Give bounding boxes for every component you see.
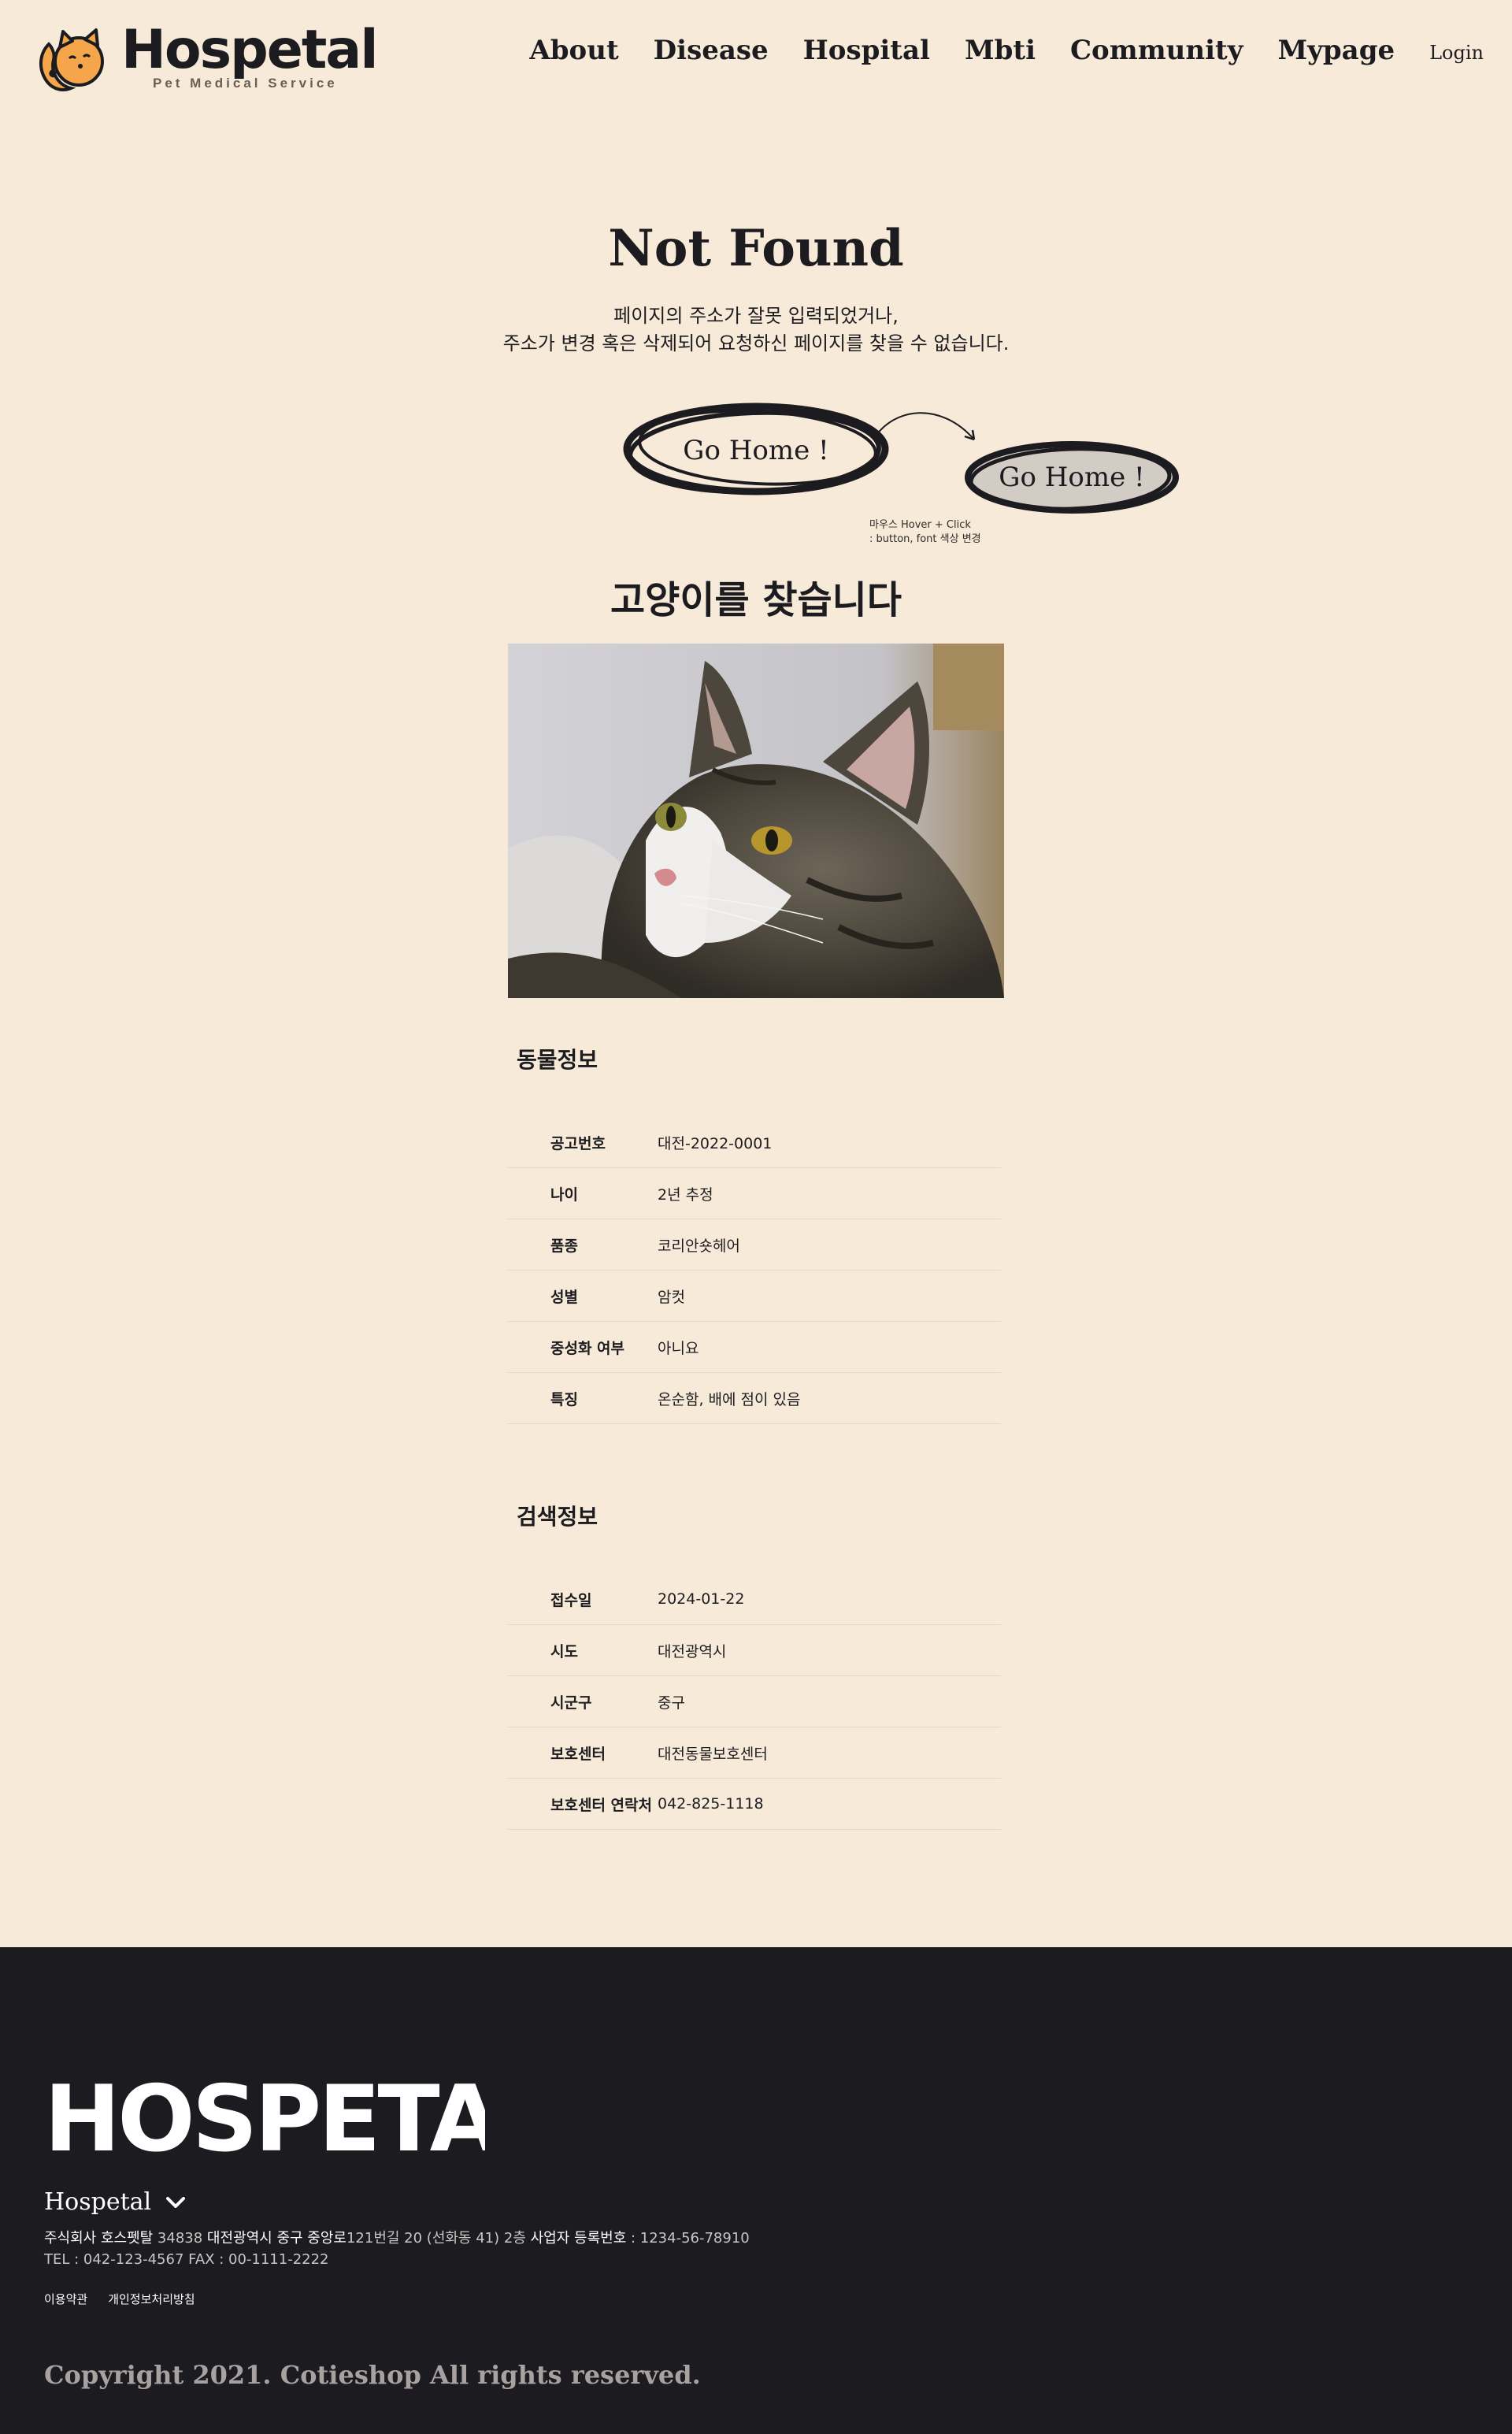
lost-cat-title: 고양이를 찾습니다 — [610, 578, 902, 622]
business-number-label: 사업자 등록번호 — [530, 2230, 627, 2247]
main-nav: About Disease Hospital Mbti Community My… — [495, 35, 1484, 66]
row-key: 시도 — [550, 1642, 578, 1660]
address-detail: 121번길 20 (선화동 41) 2층 — [346, 2230, 531, 2247]
nav-hospital[interactable]: Hospital — [803, 35, 930, 66]
hover-note-line1: 마우스 Hover + Click — [869, 519, 971, 531]
nav-mypage[interactable]: Mypage — [1278, 35, 1395, 66]
logo-wordmark: Hospetal — [121, 19, 379, 81]
table-row: 공고번호 대전-2022-0001 — [508, 1117, 1001, 1168]
row-value: 대전광역시 — [658, 1642, 727, 1660]
nav-mbti[interactable]: Mbti — [965, 35, 1036, 66]
search-info-title: 검색정보 — [517, 1504, 598, 1530]
tabby-cat-image — [508, 644, 1004, 998]
row-value: 대전동물보호센터 — [658, 1745, 768, 1763]
footer-logo[interactable]: HOSPETAL — [44, 2065, 485, 2168]
address-road: 대전광역시 중구 중앙로 — [206, 2230, 346, 2247]
site-footer: HOSPETAL Hospetal 주식회사 호스펫탈 34838 대전광역시 … — [0, 1947, 1512, 2434]
privacy-link[interactable]: 개인정보처리방침 — [108, 2291, 195, 2307]
footer-contact: TEL : 042-123-4567 FAX : 00-1111-2222 — [44, 2251, 329, 2268]
chevron-down-icon — [166, 2196, 186, 2208]
row-key: 보호센터 연락처 — [550, 1796, 652, 1814]
search-info-table: 접수일 2024-01-22 시도 대전광역시 시군구 중구 보호센터 대전동물… — [508, 1574, 1001, 1830]
footer-address: 주식회사 호스펫탈 34838 대전광역시 중구 중앙로121번길 20 (선화… — [44, 2228, 750, 2270]
not-found-message: 페이지의 주소가 잘못 입력되었거나, 주소가 변경 혹은 삭제되어 요청하신 … — [0, 302, 1512, 358]
logo-tagline: Pet Medical Service — [153, 76, 338, 91]
site-header: Hospetal Pet Medical Service About Disea… — [0, 0, 1512, 118]
footer-logo-text: HOSPETAL — [44, 2066, 485, 2168]
row-value: 대전-2022-0001 — [658, 1134, 773, 1152]
row-value: 2년 추정 — [658, 1185, 713, 1204]
footer-brand: Hospetal — [44, 2188, 152, 2216]
animal-info-title: 동물정보 — [517, 1047, 598, 1073]
row-value: 아니요 — [658, 1339, 699, 1357]
footer-links: 이용약관 개인정보처리방침 — [44, 2291, 216, 2307]
go-home-label: Go Home ! — [683, 435, 829, 466]
company-name: 주식회사 호스펫탈 — [44, 2230, 154, 2247]
row-value: 042-825-1118 — [658, 1795, 764, 1813]
hover-note: 마우스 Hover + Click : button, font 색상 변경 — [869, 518, 981, 547]
table-row: 성별 암컷 — [508, 1271, 1001, 1322]
row-key: 시군구 — [550, 1694, 592, 1712]
not-found-message-line1: 페이지의 주소가 잘못 입력되었거나, — [613, 305, 899, 327]
login-link[interactable]: Login — [1429, 42, 1484, 64]
animal-info-table: 공고번호 대전-2022-0001 나이 2년 추정 품종 코리안숏헤어 성별 … — [508, 1117, 1001, 1424]
hover-note-line2: : button, font 색상 변경 — [869, 533, 981, 545]
row-value: 코리안숏헤어 — [658, 1237, 740, 1255]
nav-about[interactable]: About — [529, 35, 618, 66]
go-home-hover-label: Go Home ! — [999, 462, 1145, 493]
not-found-title: Not Found — [608, 219, 904, 278]
row-key: 품종 — [550, 1237, 578, 1255]
go-home-button-hover-demo[interactable]: Go Home ! — [961, 438, 1183, 517]
nav-disease[interactable]: Disease — [654, 35, 769, 66]
row-value: 암컷 — [658, 1288, 685, 1306]
pet-logo-icon — [39, 28, 104, 91]
nav-community[interactable]: Community — [1070, 35, 1243, 66]
row-key: 나이 — [550, 1185, 578, 1204]
table-row: 보호센터 대전동물보호센터 — [508, 1727, 1001, 1779]
cat-photo — [508, 644, 1004, 998]
row-key: 중성화 여부 — [550, 1339, 625, 1357]
row-key: 특징 — [550, 1390, 578, 1408]
row-value: 중구 — [658, 1694, 685, 1712]
row-value: 온순함, 배에 점이 있음 — [658, 1390, 801, 1408]
go-home-button[interactable]: Go Home ! — [621, 400, 891, 501]
site-logo[interactable]: Hospetal Pet Medical Service — [33, 20, 379, 96]
business-number: : 1234-56-78910 — [626, 2230, 750, 2247]
footer-brand-toggle[interactable]: Hospetal — [44, 2188, 186, 2216]
table-row: 나이 2년 추정 — [508, 1168, 1001, 1219]
not-found-message-line2: 주소가 변경 혹은 삭제되어 요청하신 페이지를 찾을 수 없습니다. — [502, 332, 1010, 354]
row-key: 공고번호 — [550, 1134, 606, 1152]
table-row: 시군구 중구 — [508, 1676, 1001, 1727]
table-row: 특징 온순함, 배에 점이 있음 — [508, 1373, 1001, 1424]
postal-code: 34838 — [153, 2230, 207, 2247]
table-row: 접수일 2024-01-22 — [508, 1574, 1001, 1625]
terms-link[interactable]: 이용약관 — [44, 2291, 87, 2307]
table-row: 시도 대전광역시 — [508, 1625, 1001, 1676]
table-row: 품종 코리안숏헤어 — [508, 1219, 1001, 1271]
row-value: 2024-01-22 — [658, 1590, 745, 1608]
row-key: 접수일 — [550, 1591, 592, 1609]
row-key: 보호센터 — [550, 1745, 606, 1763]
footer-address-line: 주식회사 호스펫탈 34838 대전광역시 중구 중앙로121번길 20 (선화… — [44, 2228, 750, 2249]
row-key: 성별 — [550, 1288, 578, 1306]
table-row: 보호센터 연락처 042-825-1118 — [508, 1779, 1001, 1830]
table-row: 중성화 여부 아니요 — [508, 1322, 1001, 1373]
copyright: Copyright 2021. Cotieshop All rights res… — [44, 2360, 701, 2390]
